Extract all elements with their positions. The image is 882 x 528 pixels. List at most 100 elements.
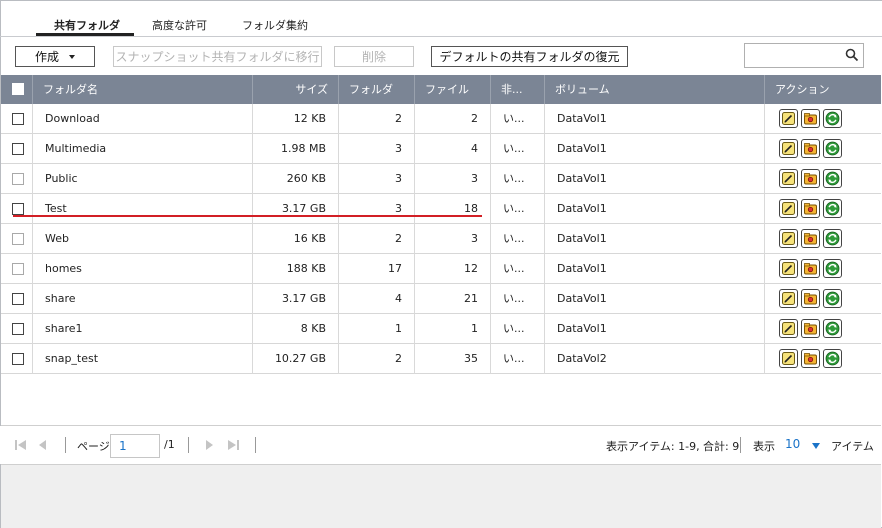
refresh-icon[interactable]: [823, 139, 842, 158]
edit-properties-icon[interactable]: [779, 319, 798, 338]
show-label: 表示: [753, 440, 775, 453]
row-checkbox[interactable]: [12, 323, 24, 335]
edit-properties-icon[interactable]: [779, 349, 798, 368]
table-row[interactable]: snap_test 10.27 GB 2 35 い... DataVol2: [1, 344, 881, 374]
cell-volume: DataVol1: [545, 104, 765, 134]
row-actions: [779, 199, 842, 218]
previous-page-icon[interactable]: [36, 439, 50, 451]
row-actions: [779, 259, 842, 278]
row-checkbox[interactable]: [12, 353, 24, 365]
folder-permission-icon[interactable]: [801, 139, 820, 158]
refresh-icon[interactable]: [823, 349, 842, 368]
next-page-icon[interactable]: [202, 439, 216, 451]
tab-advanced-permissions[interactable]: 高度な許可: [152, 17, 207, 33]
edit-properties-icon[interactable]: [779, 229, 798, 248]
row-checkbox[interactable]: [12, 113, 24, 125]
create-button[interactable]: 作成: [15, 46, 95, 67]
page-number-input[interactable]: 1: [110, 434, 160, 458]
row-checkbox[interactable]: [12, 203, 24, 215]
cell-select: [1, 194, 33, 224]
edit-properties-icon[interactable]: [779, 199, 798, 218]
cell-hidden: い...: [491, 134, 545, 164]
refresh-icon[interactable]: [823, 229, 842, 248]
edit-properties-icon[interactable]: [779, 289, 798, 308]
folder-permission-icon[interactable]: [801, 289, 820, 308]
cell-hidden: い...: [491, 194, 545, 224]
last-page-icon[interactable]: [226, 439, 240, 451]
cell-folders: 3: [339, 194, 415, 224]
cell-hidden: い...: [491, 284, 545, 314]
folder-permission-icon[interactable]: [801, 259, 820, 278]
cell-files: 21: [415, 284, 491, 314]
header-hidden[interactable]: 非...: [491, 75, 545, 104]
cell-folders: 2: [339, 224, 415, 254]
cell-select: [1, 104, 33, 134]
refresh-icon[interactable]: [823, 169, 842, 188]
table-row[interactable]: Public 260 KB 3 3 い... DataVol1: [1, 164, 881, 194]
cell-folder-name: share1: [33, 314, 253, 344]
edit-properties-icon[interactable]: [779, 109, 798, 128]
tab-bar: 共有フォルダ 高度な許可 フォルダ集約: [0, 0, 882, 37]
refresh-icon[interactable]: [823, 109, 842, 128]
header-folders[interactable]: フォルダ: [339, 75, 415, 104]
row-actions: [779, 229, 842, 248]
pager-separator: [740, 437, 741, 453]
search-icon[interactable]: [845, 48, 859, 62]
table-row[interactable]: share1 8 KB 1 1 い... DataVol1: [1, 314, 881, 344]
table-row[interactable]: Download 12 KB 2 2 い... DataVol1: [1, 104, 881, 134]
folder-permission-icon[interactable]: [801, 229, 820, 248]
cell-files: 4: [415, 134, 491, 164]
cell-actions: [765, 134, 881, 164]
folder-permission-icon[interactable]: [801, 199, 820, 218]
table-row[interactable]: Multimedia 1.98 MB 3 4 い... DataVol1: [1, 134, 881, 164]
table-row[interactable]: Web 16 KB 2 3 い... DataVol1: [1, 224, 881, 254]
cell-folder-name: homes: [33, 254, 253, 284]
folder-permission-icon[interactable]: [801, 319, 820, 338]
total-pages: /1: [164, 438, 175, 451]
header-folder-name[interactable]: フォルダ名: [33, 75, 253, 104]
refresh-icon[interactable]: [823, 199, 842, 218]
chevron-down-icon[interactable]: [812, 443, 820, 449]
row-checkbox[interactable]: [12, 233, 24, 245]
row-checkbox[interactable]: [12, 293, 24, 305]
header-size[interactable]: サイズ: [253, 75, 339, 104]
create-button-label: 作成: [34, 50, 59, 64]
cell-files: 2: [415, 104, 491, 134]
cell-size: 3.17 GB: [253, 284, 339, 314]
edit-properties-icon[interactable]: [779, 139, 798, 158]
row-checkbox[interactable]: [12, 173, 24, 185]
row-checkbox[interactable]: [12, 143, 24, 155]
search-input[interactable]: [744, 43, 864, 68]
items-per-page-select[interactable]: 10: [785, 437, 800, 451]
chevron-down-icon: [69, 54, 75, 59]
folder-permission-icon[interactable]: [801, 109, 820, 128]
table-row[interactable]: share 3.17 GB 4 21 い... DataVol1: [1, 284, 881, 314]
folder-permission-icon[interactable]: [801, 349, 820, 368]
delete-button[interactable]: 削除: [334, 46, 414, 67]
table-row[interactable]: Test 3.17 GB 3 18 い... DataVol1: [1, 194, 881, 224]
row-checkbox[interactable]: [12, 263, 24, 275]
cell-size: 188 KB: [253, 254, 339, 284]
table-row[interactable]: homes 188 KB 17 12 い... DataVol1: [1, 254, 881, 284]
cell-hidden: い...: [491, 314, 545, 344]
tab-folder-aggregation[interactable]: フォルダ集約: [242, 17, 308, 33]
refresh-icon[interactable]: [823, 289, 842, 308]
edit-properties-icon[interactable]: [779, 259, 798, 278]
cell-folder-name: share: [33, 284, 253, 314]
header-files[interactable]: ファイル: [415, 75, 491, 104]
header-volume[interactable]: ボリューム: [545, 75, 765, 104]
refresh-icon[interactable]: [823, 319, 842, 338]
migrate-snapshot-button[interactable]: スナップショット共有フォルダに移行: [113, 46, 322, 67]
page-label: ページ: [77, 440, 110, 453]
select-all-checkbox[interactable]: [12, 83, 24, 95]
edit-properties-icon[interactable]: [779, 169, 798, 188]
cell-hidden: い...: [491, 224, 545, 254]
folder-permission-icon[interactable]: [801, 169, 820, 188]
row-actions: [779, 169, 842, 188]
restore-default-folders-button[interactable]: デフォルトの共有フォルダの復元: [431, 46, 628, 67]
footer-area: [1, 464, 881, 528]
tab-shared-folders[interactable]: 共有フォルダ: [54, 17, 120, 33]
first-page-icon[interactable]: [14, 439, 28, 451]
cell-actions: [765, 224, 881, 254]
refresh-icon[interactable]: [823, 259, 842, 278]
